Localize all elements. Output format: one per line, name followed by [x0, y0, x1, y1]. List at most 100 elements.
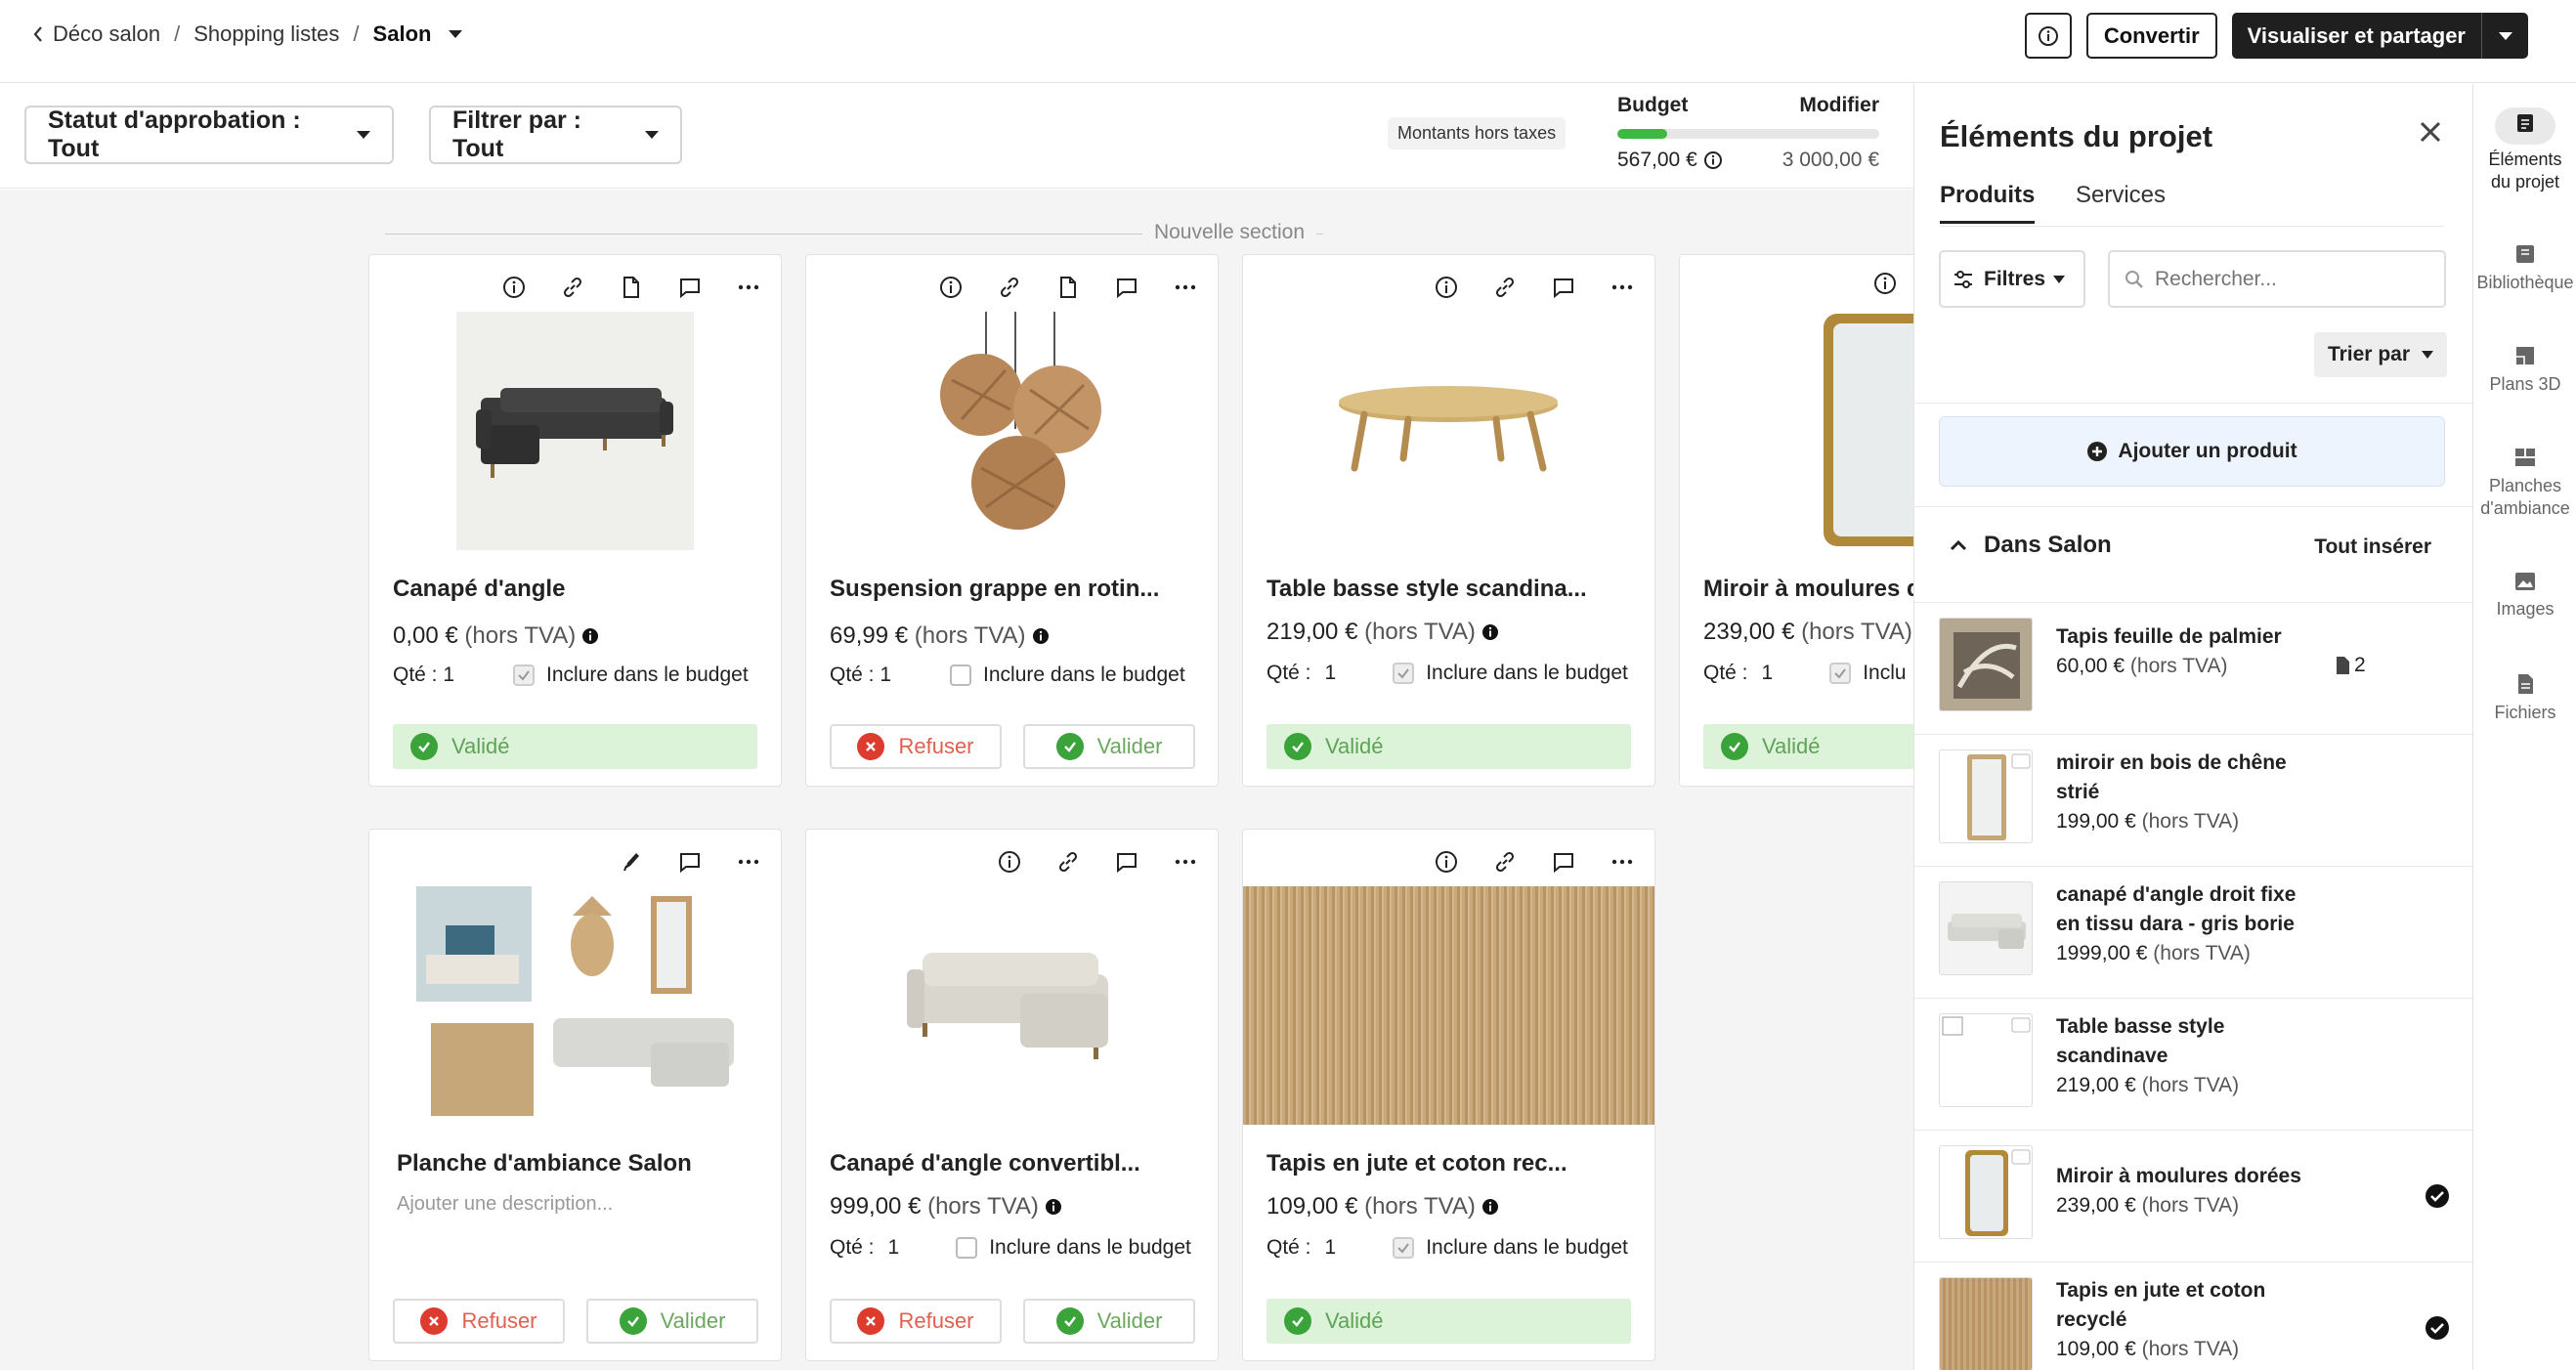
- search-field[interactable]: [2108, 250, 2446, 308]
- product-title[interactable]: Miroir à moulures do: [1703, 576, 1913, 603]
- document-icon[interactable]: [615, 271, 648, 304]
- tab-services[interactable]: Services: [2076, 182, 2166, 209]
- rail-item-3d-plans[interactable]: Plans 3D: [2473, 344, 2576, 396]
- validate-button[interactable]: Valider: [1023, 1299, 1195, 1344]
- budget-edit-link[interactable]: Modifier: [1799, 94, 1879, 117]
- qty-value[interactable]: 1: [1325, 1236, 1337, 1260]
- include-budget-checkbox[interactable]: [513, 664, 536, 686]
- product-title[interactable]: Suspension grappe en rotin...: [830, 576, 1159, 603]
- chevron-down-icon[interactable]: [449, 30, 463, 38]
- include-budget-checkbox[interactable]: [1393, 663, 1415, 684]
- more-icon[interactable]: [1169, 845, 1202, 878]
- info-icon[interactable]: [1872, 271, 1898, 296]
- description-input[interactable]: Ajouter une description...: [397, 1193, 613, 1216]
- add-product-button[interactable]: Ajouter un produit: [1939, 416, 2445, 487]
- link-icon[interactable]: [1052, 845, 1085, 878]
- product-image[interactable]: [893, 886, 1131, 1125]
- link-icon[interactable]: [556, 271, 589, 304]
- product-image[interactable]: [1243, 886, 1654, 1125]
- more-icon[interactable]: [1606, 271, 1639, 304]
- more-icon[interactable]: [732, 845, 765, 878]
- more-icon[interactable]: [1169, 271, 1202, 304]
- qty-value[interactable]: 1: [888, 1236, 900, 1260]
- list-item[interactable]: canapé d'angle droit fixe en tissu dara …: [1914, 866, 2472, 998]
- comment-icon[interactable]: [1110, 271, 1143, 304]
- filter-dropdown[interactable]: Filtrer par : Tout: [429, 106, 682, 164]
- product-image[interactable]: [456, 312, 694, 550]
- breadcrumb-item-lists[interactable]: Shopping listes: [193, 21, 339, 47]
- info-filled-icon[interactable]: [1481, 623, 1499, 641]
- product-card[interactable]: Canapé d'angle convertibl... 999,00 € (h…: [805, 829, 1219, 1361]
- include-budget-checkbox[interactable]: [1829, 663, 1852, 684]
- info-filled-icon[interactable]: [581, 627, 599, 645]
- comment-icon[interactable]: [1547, 271, 1580, 304]
- breadcrumb-item-current[interactable]: Salon: [373, 21, 432, 47]
- info-icon[interactable]: [1703, 150, 1723, 170]
- approval-status-dropdown[interactable]: Statut d'approbation : Tout: [24, 106, 394, 164]
- info-icon[interactable]: [934, 271, 967, 304]
- rail-item-project-elements[interactable]: Éléments du projet: [2473, 107, 2576, 193]
- product-title[interactable]: Table basse style scandina...: [1267, 576, 1587, 603]
- rail-item-library[interactable]: Bibliothèque: [2473, 242, 2576, 294]
- sort-button[interactable]: Trier par: [2313, 332, 2447, 377]
- product-card[interactable]: Canapé d'angle 0,00 € (hors TVA) Qté : 1…: [368, 254, 782, 787]
- comment-icon[interactable]: [673, 271, 707, 304]
- include-budget-checkbox[interactable]: [956, 1237, 978, 1259]
- validate-button[interactable]: Valider: [586, 1299, 758, 1344]
- product-card[interactable]: Tapis en jute et coton rec... 109,00 € (…: [1242, 829, 1655, 1361]
- more-icon[interactable]: [732, 271, 765, 304]
- list-item[interactable]: Tapis feuille de palmier 60,00 € (hors T…: [1914, 602, 2472, 734]
- info-button[interactable]: [2024, 13, 2072, 59]
- rail-item-images[interactable]: Images: [2473, 571, 2576, 621]
- product-card[interactable]: Table basse style scandina... 219,00 € (…: [1242, 254, 1655, 787]
- product-image[interactable]: [1330, 312, 1567, 550]
- more-icon[interactable]: [1606, 845, 1639, 878]
- document-icon[interactable]: [1052, 271, 1085, 304]
- link-icon[interactable]: [1488, 845, 1522, 878]
- moodboard-card[interactable]: Planche d'ambiance Salon Ajouter une des…: [368, 829, 782, 1361]
- info-icon[interactable]: [497, 271, 531, 304]
- validate-button[interactable]: Valider: [1023, 724, 1195, 769]
- filters-button[interactable]: Filtres: [1939, 250, 2085, 308]
- info-icon[interactable]: [1430, 845, 1463, 878]
- product-title[interactable]: Tapis en jute et coton rec...: [1267, 1150, 1567, 1177]
- refuse-button[interactable]: Refuser: [830, 724, 1002, 769]
- include-budget-checkbox[interactable]: [1393, 1237, 1415, 1259]
- link-icon[interactable]: [993, 271, 1026, 304]
- list-item[interactable]: Table basse style scandinave 219,00 € (h…: [1914, 998, 2472, 1130]
- pencil-icon[interactable]: [615, 845, 648, 878]
- refuse-button[interactable]: Refuser: [393, 1299, 565, 1344]
- moodboard-image[interactable]: [416, 886, 734, 1125]
- product-image[interactable]: [893, 312, 1131, 550]
- share-button[interactable]: Visualiser et partager: [2232, 23, 2481, 49]
- rail-item-moodboards[interactable]: Planches d'ambiance: [2473, 446, 2576, 520]
- section-title[interactable]: Nouvelle section: [1141, 221, 1317, 243]
- chevron-left-icon[interactable]: [31, 24, 45, 44]
- item-files[interactable]: 2: [2335, 654, 2366, 677]
- refuse-button[interactable]: Refuser: [830, 1299, 1002, 1344]
- info-filled-icon[interactable]: [1045, 1198, 1062, 1216]
- product-title[interactable]: Canapé d'angle convertibl...: [830, 1150, 1140, 1177]
- tab-products[interactable]: Produits: [1940, 182, 2036, 224]
- rail-item-files[interactable]: Fichiers: [2473, 672, 2576, 724]
- qty-value[interactable]: 1: [1762, 662, 1774, 685]
- close-icon[interactable]: [2418, 119, 2443, 145]
- list-item[interactable]: Miroir à moulures dorées 239,00 € (hors …: [1914, 1130, 2472, 1262]
- search-input[interactable]: [2155, 267, 2428, 291]
- comment-icon[interactable]: [1547, 845, 1580, 878]
- product-card[interactable]: Miroir à moulures do 239,00 € (hors TVA)…: [1679, 254, 1913, 787]
- qty-value[interactable]: 1: [1325, 662, 1337, 685]
- product-card[interactable]: Suspension grappe en rotin... 69,99 € (h…: [805, 254, 1219, 787]
- breadcrumb-item-project[interactable]: Déco salon: [53, 21, 160, 47]
- info-icon[interactable]: [993, 845, 1026, 878]
- moodboard-title[interactable]: Planche d'ambiance Salon: [397, 1150, 692, 1177]
- insert-all-link[interactable]: Tout insérer: [2314, 535, 2431, 559]
- convert-button[interactable]: Convertir: [2085, 13, 2217, 59]
- include-budget-checkbox[interactable]: [950, 664, 972, 686]
- share-menu-button[interactable]: [2481, 13, 2528, 59]
- product-title[interactable]: Canapé d'angle: [393, 576, 565, 603]
- comment-icon[interactable]: [673, 845, 707, 878]
- info-icon[interactable]: [1430, 271, 1463, 304]
- list-item[interactable]: Tapis en jute et coton recyclé 109,00 € …: [1914, 1262, 2472, 1370]
- link-icon[interactable]: [1488, 271, 1522, 304]
